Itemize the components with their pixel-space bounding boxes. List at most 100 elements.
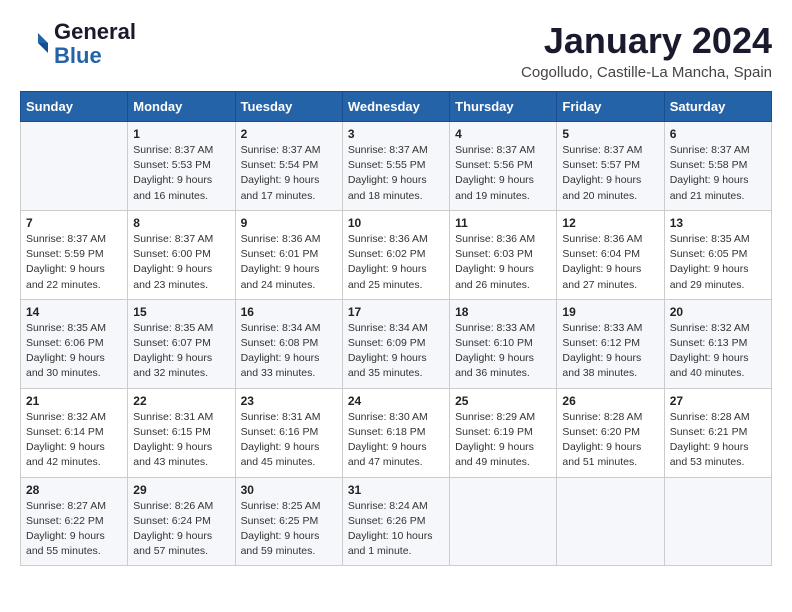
day-number: 5 — [562, 127, 658, 141]
day-number: 8 — [133, 216, 229, 230]
title-block: January 2024 Cogolludo, Castille-La Manc… — [521, 20, 772, 81]
column-header-sunday: Sunday — [21, 92, 128, 122]
day-number: 28 — [26, 483, 122, 497]
cell-content: Sunrise: 8:37 AM Sunset: 5:54 PM Dayligh… — [241, 143, 337, 204]
day-number: 15 — [133, 305, 229, 319]
day-number: 7 — [26, 216, 122, 230]
day-number: 1 — [133, 127, 229, 141]
calendar-table: SundayMondayTuesdayWednesdayThursdayFrid… — [20, 91, 772, 566]
calendar-cell: 18Sunrise: 8:33 AM Sunset: 6:10 PM Dayli… — [450, 299, 557, 388]
logo-text: General Blue — [54, 20, 136, 68]
calendar-cell: 29Sunrise: 8:26 AM Sunset: 6:24 PM Dayli… — [128, 477, 235, 566]
page-header: General Blue January 2024 Cogolludo, Cas… — [20, 20, 772, 81]
calendar-cell — [664, 477, 771, 566]
logo-icon — [20, 29, 50, 59]
cell-content: Sunrise: 8:37 AM Sunset: 5:57 PM Dayligh… — [562, 143, 658, 204]
day-number: 27 — [670, 394, 766, 408]
day-number: 18 — [455, 305, 551, 319]
cell-content: Sunrise: 8:34 AM Sunset: 6:08 PM Dayligh… — [241, 321, 337, 382]
calendar-cell: 14 Sunrise: 8:35 AM Sunset: 6:06 PM Dayli… — [21, 299, 128, 388]
calendar-cell: 30 Sunrise: 8:25 AM Sunset: 6:25 PM Dayli… — [235, 477, 342, 566]
calendar-cell: 19Sunrise: 8:33 AM Sunset: 6:12 PM Dayli… — [557, 299, 664, 388]
cell-content: Sunrise: 8:30 AM Sunset: 6:18 PM Dayligh… — [348, 410, 444, 471]
cell-content: Sunrise: 8:37 AM Sunset: 5:53 PM Dayligh… — [133, 143, 229, 204]
calendar-cell: 8 Sunrise: 8:37 AM Sunset: 6:00 PM Daylig… — [128, 210, 235, 299]
day-number: 29 — [133, 483, 229, 497]
week-row-2: 7Sunrise: 8:37 AM Sunset: 5:59 PM Daylig… — [21, 210, 772, 299]
cell-content: Sunrise: 8:37 AM Sunset: 5:55 PM Dayligh… — [348, 143, 444, 204]
cell-content: Sunrise: 8:36 AM Sunset: 6:03 PM Dayligh… — [455, 232, 551, 293]
cell-content: Sunrise: 8:35 AM Sunset: 6:05 PM Dayligh… — [670, 232, 766, 293]
calendar-cell: 3Sunrise: 8:37 AM Sunset: 5:55 PM Daylig… — [342, 122, 449, 211]
calendar-cell: 20Sunrise: 8:32 AM Sunset: 6:13 PM Dayli… — [664, 299, 771, 388]
calendar-cell: 11 Sunrise: 8:36 AM Sunset: 6:03 PM Dayli… — [450, 210, 557, 299]
calendar-cell: 21Sunrise: 8:32 AM Sunset: 6:14 PM Dayli… — [21, 388, 128, 477]
day-number: 17 — [348, 305, 444, 319]
day-number: 24 — [348, 394, 444, 408]
day-number: 16 — [241, 305, 337, 319]
cell-content: Sunrise: 8:36 AM Sunset: 6:04 PM Dayligh… — [562, 232, 658, 293]
day-number: 30 — [241, 483, 337, 497]
cell-content: Sunrise: 8:31 AM Sunset: 6:16 PM Dayligh… — [241, 410, 337, 471]
cell-content: Sunrise: 8:31 AM Sunset: 6:15 PM Dayligh… — [133, 410, 229, 471]
column-header-tuesday: Tuesday — [235, 92, 342, 122]
cell-content: Sunrise: 8:37 AM Sunset: 5:56 PM Dayligh… — [455, 143, 551, 204]
calendar-cell: 10 Sunrise: 8:36 AM Sunset: 6:02 PM Dayli… — [342, 210, 449, 299]
day-number: 26 — [562, 394, 658, 408]
day-number: 11 — [455, 216, 551, 230]
calendar-cell: 2Sunrise: 8:37 AM Sunset: 5:54 PM Daylig… — [235, 122, 342, 211]
calendar-cell: 5 Sunrise: 8:37 AM Sunset: 5:57 PM Daylig… — [557, 122, 664, 211]
column-header-thursday: Thursday — [450, 92, 557, 122]
cell-content: Sunrise: 8:35 AM Sunset: 6:07 PM Dayligh… — [133, 321, 229, 382]
calendar-cell: 25 Sunrise: 8:29 AM Sunset: 6:19 PM Dayli… — [450, 388, 557, 477]
calendar-cell: 27 Sunrise: 8:28 AM Sunset: 6:21 PM Dayli… — [664, 388, 771, 477]
week-row-4: 21Sunrise: 8:32 AM Sunset: 6:14 PM Dayli… — [21, 388, 772, 477]
calendar-header-row: SundayMondayTuesdayWednesdayThursdayFrid… — [21, 92, 772, 122]
cell-content: Sunrise: 8:28 AM Sunset: 6:20 PM Dayligh… — [562, 410, 658, 471]
day-number: 23 — [241, 394, 337, 408]
logo: General Blue — [20, 20, 136, 68]
cell-content: Sunrise: 8:29 AM Sunset: 6:19 PM Dayligh… — [455, 410, 551, 471]
day-number: 22 — [133, 394, 229, 408]
calendar-cell: 6Sunrise: 8:37 AM Sunset: 5:58 PM Daylig… — [664, 122, 771, 211]
cell-content: Sunrise: 8:36 AM Sunset: 6:02 PM Dayligh… — [348, 232, 444, 293]
calendar-cell: 9 Sunrise: 8:36 AM Sunset: 6:01 PM Daylig… — [235, 210, 342, 299]
calendar-cell — [450, 477, 557, 566]
cell-content: Sunrise: 8:32 AM Sunset: 6:13 PM Dayligh… — [670, 321, 766, 382]
cell-content: Sunrise: 8:37 AM Sunset: 6:00 PM Dayligh… — [133, 232, 229, 293]
cell-content: Sunrise: 8:27 AM Sunset: 6:22 PM Dayligh… — [26, 499, 122, 560]
calendar-cell: 16 Sunrise: 8:34 AM Sunset: 6:08 PM Dayli… — [235, 299, 342, 388]
calendar-cell: 13 Sunrise: 8:35 AM Sunset: 6:05 PM Dayli… — [664, 210, 771, 299]
column-header-friday: Friday — [557, 92, 664, 122]
cell-content: Sunrise: 8:28 AM Sunset: 6:21 PM Dayligh… — [670, 410, 766, 471]
calendar-cell — [21, 122, 128, 211]
calendar-cell: 15 Sunrise: 8:35 AM Sunset: 6:07 PM Dayli… — [128, 299, 235, 388]
day-number: 31 — [348, 483, 444, 497]
week-row-3: 14 Sunrise: 8:35 AM Sunset: 6:06 PM Dayli… — [21, 299, 772, 388]
cell-content: Sunrise: 8:35 AM Sunset: 6:06 PM Dayligh… — [26, 321, 122, 382]
calendar-cell: 4 Sunrise: 8:37 AM Sunset: 5:56 PM Daylig… — [450, 122, 557, 211]
cell-content: Sunrise: 8:24 AM Sunset: 6:26 PM Dayligh… — [348, 499, 444, 560]
day-number: 13 — [670, 216, 766, 230]
day-number: 14 — [26, 305, 122, 319]
calendar-cell: 24 Sunrise: 8:30 AM Sunset: 6:18 PM Dayli… — [342, 388, 449, 477]
calendar-cell: 7Sunrise: 8:37 AM Sunset: 5:59 PM Daylig… — [21, 210, 128, 299]
day-number: 10 — [348, 216, 444, 230]
calendar-cell: 31 Sunrise: 8:24 AM Sunset: 6:26 PM Dayli… — [342, 477, 449, 566]
day-number: 21 — [26, 394, 122, 408]
week-row-5: 28 Sunrise: 8:27 AM Sunset: 6:22 PM Dayli… — [21, 477, 772, 566]
day-number: 25 — [455, 394, 551, 408]
day-number: 4 — [455, 127, 551, 141]
column-header-monday: Monday — [128, 92, 235, 122]
cell-content: Sunrise: 8:34 AM Sunset: 6:09 PM Dayligh… — [348, 321, 444, 382]
month-title: January 2024 — [521, 20, 772, 62]
cell-content: Sunrise: 8:25 AM Sunset: 6:25 PM Dayligh… — [241, 499, 337, 560]
day-number: 9 — [241, 216, 337, 230]
cell-content: Sunrise: 8:37 AM Sunset: 5:58 PM Dayligh… — [670, 143, 766, 204]
calendar-cell: 26 Sunrise: 8:28 AM Sunset: 6:20 PM Dayli… — [557, 388, 664, 477]
calendar-cell: 1 Sunrise: 8:37 AM Sunset: 5:53 PM Daylig… — [128, 122, 235, 211]
cell-content: Sunrise: 8:36 AM Sunset: 6:01 PM Dayligh… — [241, 232, 337, 293]
calendar-cell: 23 Sunrise: 8:31 AM Sunset: 6:16 PM Dayli… — [235, 388, 342, 477]
calendar-cell: 28 Sunrise: 8:27 AM Sunset: 6:22 PM Dayli… — [21, 477, 128, 566]
day-number: 12 — [562, 216, 658, 230]
